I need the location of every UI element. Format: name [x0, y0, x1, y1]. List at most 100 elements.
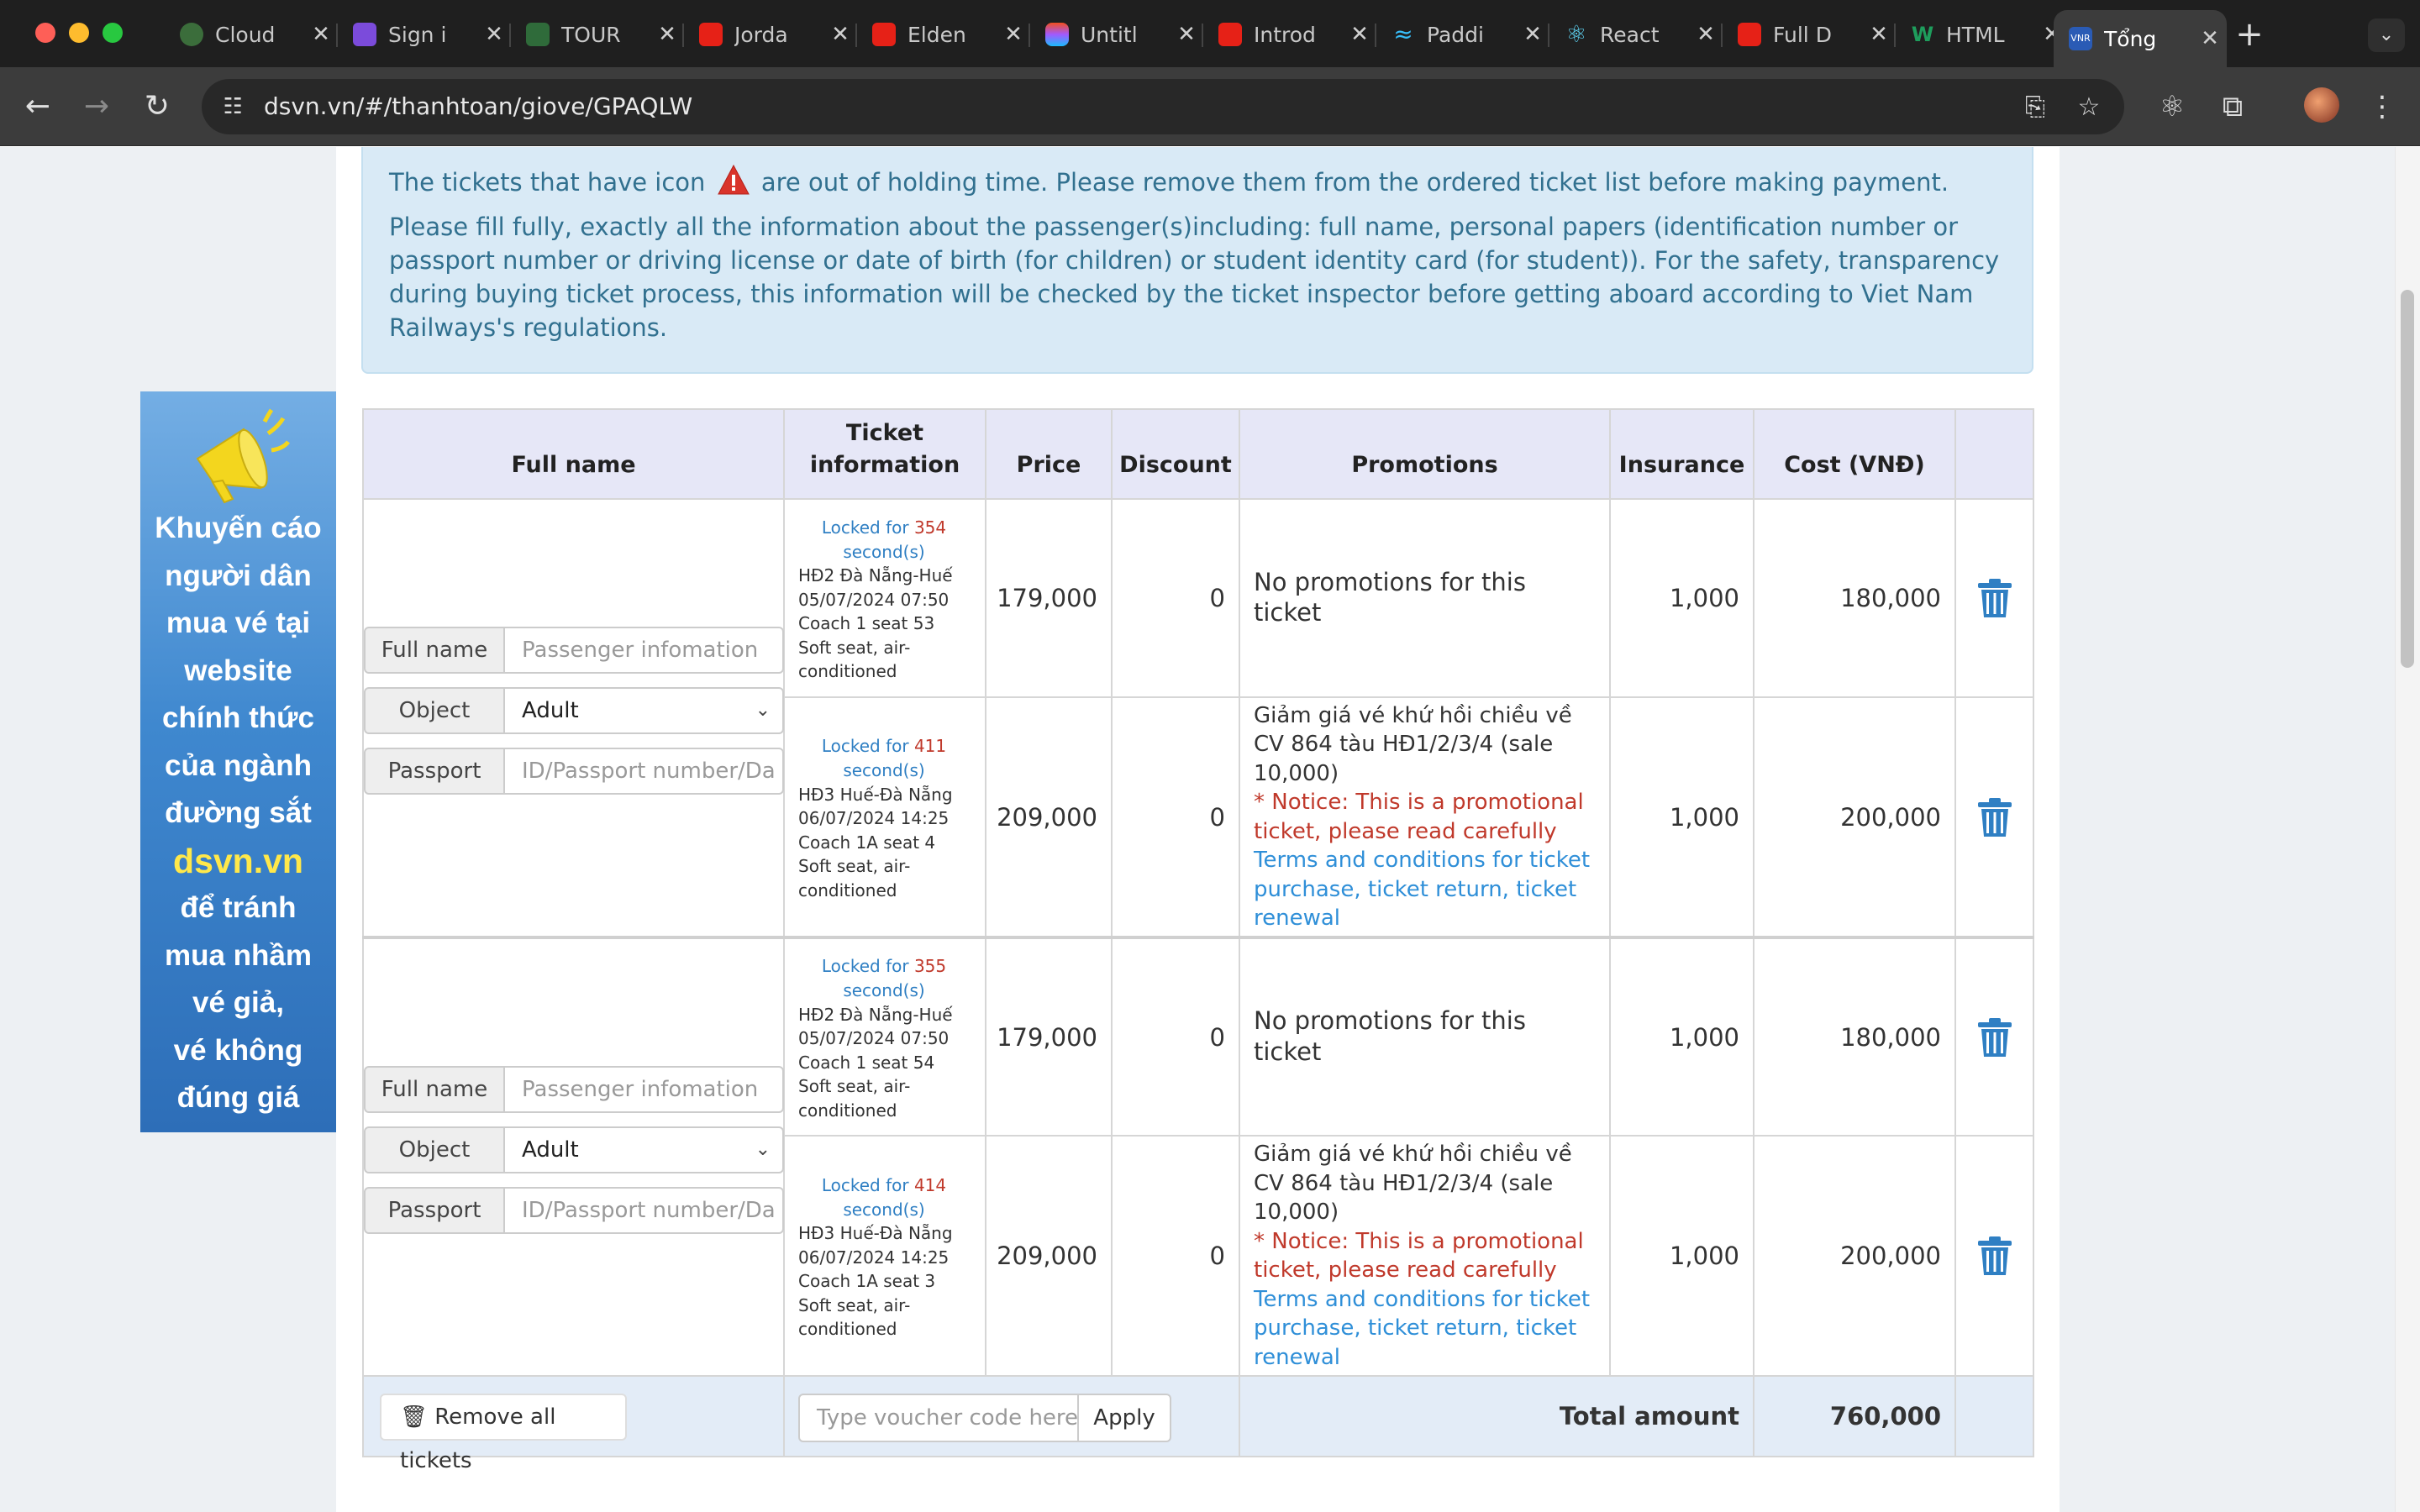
passport-input[interactable]: ID/Passport number/Da — [505, 748, 784, 795]
close-tab-icon[interactable]: ✕ — [650, 22, 684, 47]
youtube-icon — [1218, 23, 1242, 46]
extensions-icon[interactable]: ⧉ — [2213, 87, 2252, 126]
seat-info: Coach 1A seat 4 — [798, 832, 936, 853]
table-header-row: Full name Ticket information Price Disco… — [362, 408, 2034, 500]
megaphone-icon — [196, 408, 290, 504]
seat-type: Soft seat, air-conditioned — [798, 1294, 911, 1340]
browser-menu-icon[interactable]: ⋮ — [2363, 87, 2402, 126]
object-selected-value: Adult — [522, 1137, 579, 1163]
object-field: Object Adult ⌄ — [364, 687, 784, 734]
bookmark-star-icon[interactable]: ☆ — [2072, 91, 2106, 124]
object-select[interactable]: Adult ⌄ — [505, 687, 784, 734]
browser-tab[interactable]: Jorda ✕ — [684, 10, 857, 59]
browser-tab[interactable]: Elden ✕ — [857, 10, 1030, 59]
maximize-window-button[interactable] — [103, 23, 123, 43]
scrollbar-thumb[interactable] — [2401, 290, 2414, 668]
close-tab-icon[interactable]: ✕ — [304, 22, 338, 47]
voucher-input[interactable]: Type voucher code here — [798, 1394, 1079, 1442]
browser-tab[interactable]: Introd ✕ — [1203, 10, 1376, 59]
react-devtools-extension-icon[interactable]: ⚛ — [2153, 87, 2191, 126]
close-tab-icon[interactable]: ✕ — [477, 22, 511, 47]
price-cell: 209,000 — [985, 1135, 1113, 1377]
cost-cell: 180,000 — [1753, 936, 1956, 1137]
promotion-text: Giảm giá vé khứ hồi chiều về CV 864 tàu … — [1254, 1142, 1572, 1225]
profile-avatar[interactable] — [2304, 87, 2339, 123]
trash-icon[interactable] — [1973, 1235, 2017, 1277]
lock-countdown: Locked for 411 second(s) — [821, 736, 947, 781]
full-name-label: Full name — [364, 627, 505, 674]
apply-voucher-button[interactable]: Apply — [1079, 1394, 1171, 1442]
remove-all-button[interactable]: 🗑 Remove all tickets — [380, 1394, 627, 1473]
w3schools-icon: W — [1911, 23, 1934, 46]
tab-favicon-icon — [180, 23, 203, 46]
discount-cell: 0 — [1111, 498, 1240, 698]
full-name-input[interactable]: Passenger infomation — [505, 1066, 784, 1113]
insurance-cell: 1,000 — [1609, 696, 1754, 938]
departure-time: 06/07/2024 14:25 — [798, 808, 950, 829]
trash-icon[interactable] — [1973, 1016, 2017, 1058]
departure-time: 05/07/2024 07:50 — [798, 1028, 950, 1049]
close-tab-icon[interactable]: ✕ — [823, 22, 857, 47]
passenger-info-notice: Please fill fully, exactly all the infor… — [389, 213, 2000, 342]
browser-tab-active[interactable]: VNR Tổng ✕ — [2054, 10, 2227, 67]
browser-tab[interactable]: ≈ Paddi ✕ — [1376, 10, 1549, 59]
url-text[interactable]: dsvn.vn/#/thanhtoan/giove/GPAQLW — [264, 93, 692, 120]
back-button[interactable]: ← — [17, 86, 59, 128]
lock-seconds: 354 — [913, 517, 947, 538]
close-window-button[interactable] — [35, 23, 55, 43]
page-viewport: The tickets that have icon are out of ho… — [0, 147, 2420, 1512]
tab-title: React — [1600, 22, 1660, 47]
table-row: Full name Passenger infomation Object Ad… — [362, 498, 2034, 938]
address-bar[interactable]: ☷ dsvn.vn/#/thanhtoan/giove/GPAQLW ⎘ ☆ — [202, 79, 2124, 134]
minimize-window-button[interactable] — [69, 23, 89, 43]
browser-tab[interactable]: TOUR ✕ — [511, 10, 684, 59]
table-footer-row: 🗑 Remove all tickets Type voucher code h… — [362, 1375, 2034, 1473]
banner-text: để tránh — [180, 891, 297, 924]
browser-tab[interactable]: Cloud ✕ — [165, 10, 338, 59]
anti-fraud-banner[interactable]: Khuyến cáo người dân mua vé tại website … — [140, 391, 336, 1132]
banner-text: Khuyến cáo — [155, 512, 322, 544]
tab-search-button[interactable]: ⌄ — [2368, 18, 2405, 52]
reload-button[interactable]: ↻ — [136, 86, 178, 128]
browser-tab[interactable]: W HTML ✕ — [1896, 10, 2069, 59]
full-name-input[interactable]: Passenger infomation — [505, 627, 784, 674]
browser-tab[interactable]: Full D ✕ — [1723, 10, 1896, 59]
warning-icon — [717, 164, 750, 195]
total-amount-label: Total amount — [1239, 1375, 1754, 1457]
cost-cell: 200,000 — [1753, 696, 1956, 938]
promotion-notice: * Notice: This is a promotional ticket, … — [1254, 1228, 1584, 1284]
browser-tab-bar: Cloud ✕ Sign i ✕ TOUR ✕ Jorda ✕ Elden ✕ Untit… — [0, 0, 2420, 67]
promotion-cell: No promotions for this ticket — [1239, 936, 1611, 1137]
close-tab-icon[interactable]: ✕ — [2193, 26, 2227, 51]
close-tab-icon[interactable]: ✕ — [1343, 22, 1376, 47]
tab-title: Sign i — [388, 22, 447, 47]
browser-tab[interactable]: Untitl ✕ — [1030, 10, 1203, 59]
table-row: Full name Passenger infomation Object Ad… — [362, 936, 2034, 1377]
forward-button[interactable]: → — [76, 86, 118, 128]
translate-icon[interactable]: ⎘ — [2018, 91, 2052, 124]
close-tab-icon[interactable]: ✕ — [997, 22, 1030, 47]
figma-icon — [1045, 23, 1069, 46]
header-discount: Discount — [1111, 408, 1240, 500]
trash-icon[interactable] — [1973, 796, 2017, 838]
price-cell: 179,000 — [985, 936, 1113, 1137]
lock-seconds: 411 — [913, 736, 947, 757]
browser-tab[interactable]: ⚛ React ✕ — [1549, 10, 1723, 59]
passport-input[interactable]: ID/Passport number/Da — [505, 1187, 784, 1234]
tab-title: Paddi — [1427, 22, 1484, 47]
remove-all-cell: 🗑 Remove all tickets — [362, 1375, 785, 1473]
close-tab-icon[interactable]: ✕ — [1689, 22, 1723, 47]
discount-cell: 0 — [1111, 696, 1240, 938]
page-scrollbar[interactable] — [2395, 147, 2420, 1512]
object-select[interactable]: Adult ⌄ — [505, 1126, 784, 1173]
close-tab-icon[interactable]: ✕ — [1170, 22, 1203, 47]
browser-tab[interactable]: Sign i ✕ — [338, 10, 511, 59]
trash-icon[interactable] — [1973, 577, 2017, 619]
seat-info: Coach 1A seat 3 — [798, 1271, 936, 1292]
site-info-icon[interactable]: ☷ — [218, 93, 247, 120]
terms-link[interactable]: Terms and conditions for ticket purchase… — [1254, 846, 1597, 933]
terms-link[interactable]: Terms and conditions for ticket purchase… — [1254, 1285, 1597, 1373]
close-tab-icon[interactable]: ✕ — [1862, 22, 1896, 47]
new-tab-button[interactable]: + — [2231, 15, 2268, 54]
close-tab-icon[interactable]: ✕ — [1516, 22, 1549, 47]
